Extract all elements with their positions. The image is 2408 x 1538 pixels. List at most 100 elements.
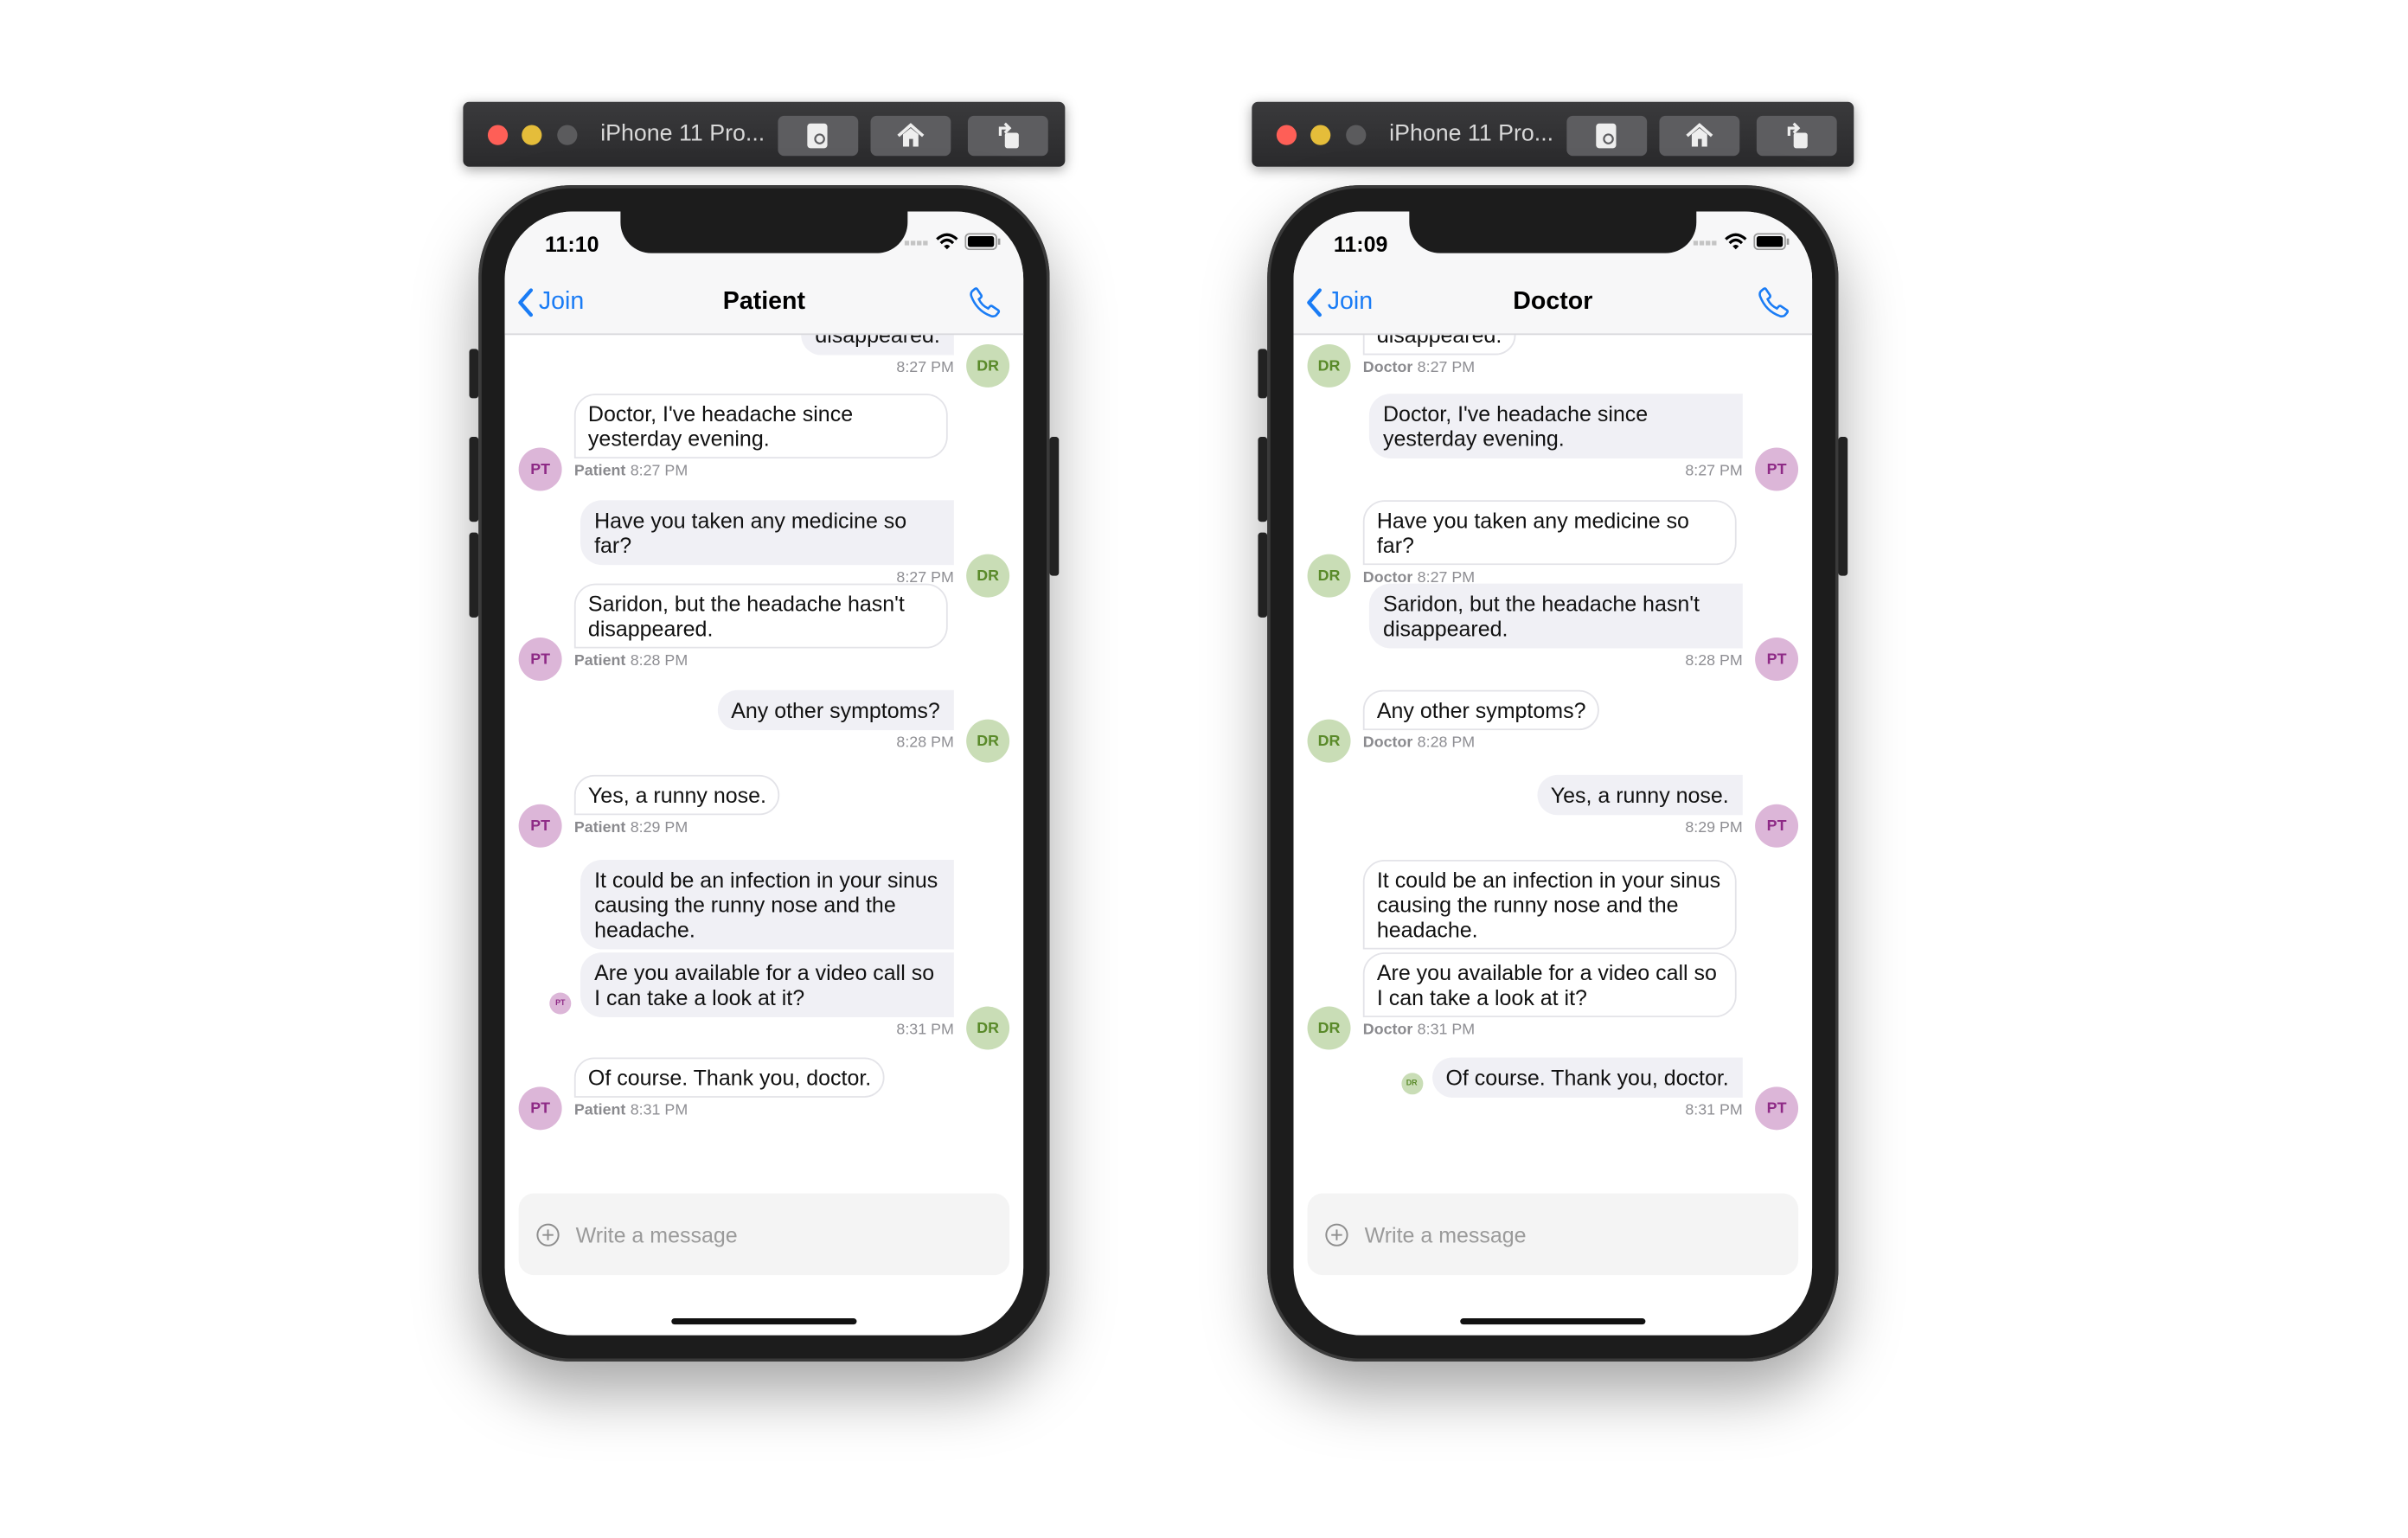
iphone-simulator-patient: iPhone 11 Pro... disappeared.8:27 PMDRDo… — [463, 101, 1066, 1368]
home-button[interactable] — [1659, 115, 1740, 157]
message-bubble[interactable]: Doctor, I've headache since yesterday ev… — [573, 394, 948, 459]
silent-switch — [1258, 349, 1268, 399]
message-time: 8:28 PM — [896, 734, 954, 753]
message-bubble[interactable]: Any other symptoms? — [1362, 689, 1600, 731]
minimize-window-button[interactable] — [522, 125, 542, 145]
avatar-doctor: DR — [1307, 719, 1351, 763]
message-meta: 8:31 PM — [1293, 1102, 1812, 1120]
simulator-toolbar: iPhone 11 Pro... — [1252, 101, 1854, 167]
status-time: 11:09 — [1333, 231, 1388, 257]
message-bubble[interactable]: Are you available for a video call so I … — [1362, 952, 1737, 1018]
chat-title: Doctor — [1513, 288, 1593, 316]
rotate-icon — [998, 122, 1019, 149]
message-meta: Patient 8:27 PM — [505, 463, 1024, 481]
screenshot-button[interactable] — [1566, 115, 1648, 157]
message-row: PT Are you available for a video call so … — [505, 952, 1024, 1018]
message-bubble[interactable]: Of course. Thank you, doctor. — [573, 1057, 886, 1098]
message-bubble[interactable]: Yes, a runny nose. — [1536, 774, 1743, 816]
message-time: 8:31 PM — [1417, 1022, 1476, 1040]
message-row: Any other symptoms? — [1293, 689, 1812, 731]
zoom-window-button[interactable] — [1346, 125, 1367, 145]
message-doctor: Have you taken any medicine so far? 8:27 … — [505, 500, 1024, 598]
simulator-stage: iPhone 11 Pro... disappeared.8:27 PMDRDo… — [0, 0, 2408, 1537]
avatar-doctor: DR — [966, 343, 1010, 388]
sender-name: Patient — [573, 652, 626, 670]
message-meta: Patient 8:29 PM — [505, 820, 1024, 838]
status-icons — [904, 233, 1002, 251]
iphone-simulator-doctor: iPhone 11 Pro... disappeared.Doctor8:27 … — [1252, 101, 1854, 1368]
status-icons — [1693, 233, 1790, 251]
message-time: 8:27 PM — [1417, 359, 1476, 377]
home-button[interactable] — [870, 115, 951, 157]
wifi-icon — [936, 233, 958, 250]
message-doctor: It could be an infection in your sinus c… — [505, 860, 1024, 950]
message-row: Yes, a runny nose. — [1293, 774, 1812, 816]
message-meta: 8:28 PM — [505, 734, 1024, 753]
message-row: Doctor, I've headache since yesterday ev… — [505, 394, 1024, 459]
message-meta: 8:29 PM — [1293, 820, 1812, 838]
read-receipt-avatar: PT — [549, 992, 572, 1015]
sender-name: Doctor — [1362, 1022, 1413, 1040]
message-time: 8:28 PM — [1417, 734, 1476, 753]
avatar-patient: PT — [1755, 638, 1799, 682]
sender-name: Patient — [573, 463, 626, 481]
message-bubble[interactable]: Have you taken any medicine so far? — [580, 500, 954, 566]
message-patient: DR Of course. Thank you, doctor. 8:31 PM PT — [1293, 1057, 1812, 1131]
close-window-button[interactable] — [487, 125, 509, 145]
plus-circle-icon[interactable] — [535, 1222, 560, 1247]
message-doctor: Are you available for a video call so I … — [1293, 952, 1812, 1050]
message-bubble[interactable]: Of course. Thank you, doctor. — [1431, 1057, 1743, 1098]
home-indicator[interactable] — [671, 1318, 857, 1325]
message-row: It could be an infection in your sinus c… — [1293, 860, 1812, 950]
battery-icon — [964, 233, 1001, 251]
message-time: 8:29 PM — [630, 819, 688, 837]
iphone-frame: disappeared.8:27 PMDRDoctor, I've headac… — [469, 185, 1060, 1362]
message-row: Yes, a runny nose. — [505, 774, 1024, 816]
message-bubble[interactable]: Saridon, but the headache hasn't disappe… — [573, 583, 948, 649]
signal-icon — [1693, 240, 1717, 245]
screenshot-button[interactable] — [778, 115, 859, 157]
message-input[interactable]: Write a message — [1365, 1222, 1751, 1247]
message-time: 8:31 PM — [630, 1102, 688, 1119]
message-meta: Doctor 8:28 PM — [1293, 734, 1812, 753]
sender-name: Patient — [573, 1102, 626, 1119]
read-receipt-avatar: DR — [1400, 1073, 1423, 1095]
close-window-button[interactable] — [1276, 125, 1297, 145]
zoom-window-button[interactable] — [557, 125, 578, 145]
message-row: Saridon, but the headache hasn't disappe… — [505, 583, 1024, 649]
minimize-window-button[interactable] — [1310, 125, 1331, 145]
rotate-icon — [1787, 122, 1808, 149]
message-bubble[interactable]: Yes, a runny nose. — [573, 774, 781, 816]
message-doctor: Any other symptoms? 8:28 PM DR — [505, 689, 1024, 763]
call-button[interactable] — [1757, 285, 1790, 327]
avatar-doctor: DR — [1307, 1006, 1351, 1050]
message-bubble[interactable]: It could be an infection in your sinus c… — [580, 860, 954, 950]
battery-icon — [1753, 233, 1790, 251]
message-meta: 8:31 PM — [505, 1022, 1024, 1040]
message-bubble[interactable]: Saridon, but the headache hasn't disappe… — [1368, 583, 1743, 649]
call-button[interactable] — [968, 285, 1002, 327]
message-bubble[interactable]: Doctor, I've headache since yesterday ev… — [1368, 394, 1743, 459]
simulator-toolbar: iPhone 11 Pro... — [463, 101, 1066, 167]
side-button — [1049, 437, 1060, 576]
home-indicator[interactable] — [1460, 1318, 1646, 1325]
message-row: It could be an infection in your sinus c… — [505, 860, 1024, 950]
message-patient: Doctor, I've headache since yesterday ev… — [1293, 394, 1812, 491]
message-row: Are you available for a video call so I … — [1293, 952, 1812, 1018]
rotate-button[interactable] — [1756, 115, 1837, 157]
message-bubble[interactable]: Are you available for a video call so I … — [580, 952, 954, 1018]
avatar-patient: PT — [1755, 804, 1799, 848]
message-bubble[interactable]: Any other symptoms? — [717, 689, 954, 731]
message-composer: Write a message — [518, 1193, 1010, 1276]
message-time: 8:28 PM — [1685, 652, 1743, 670]
rotate-button[interactable] — [967, 115, 1048, 157]
message-time: 8:28 PM — [630, 652, 688, 670]
notch — [1409, 211, 1697, 253]
message-meta: 8:28 PM — [1293, 653, 1812, 671]
plus-circle-icon[interactable] — [1324, 1222, 1349, 1247]
message-bubble[interactable]: It could be an infection in your sinus c… — [1362, 860, 1737, 950]
message-input[interactable]: Write a message — [576, 1222, 962, 1247]
chat-title: Patient — [722, 288, 805, 316]
phone-icon — [970, 287, 1001, 318]
message-bubble[interactable]: Have you taken any medicine so far? — [1362, 500, 1737, 566]
